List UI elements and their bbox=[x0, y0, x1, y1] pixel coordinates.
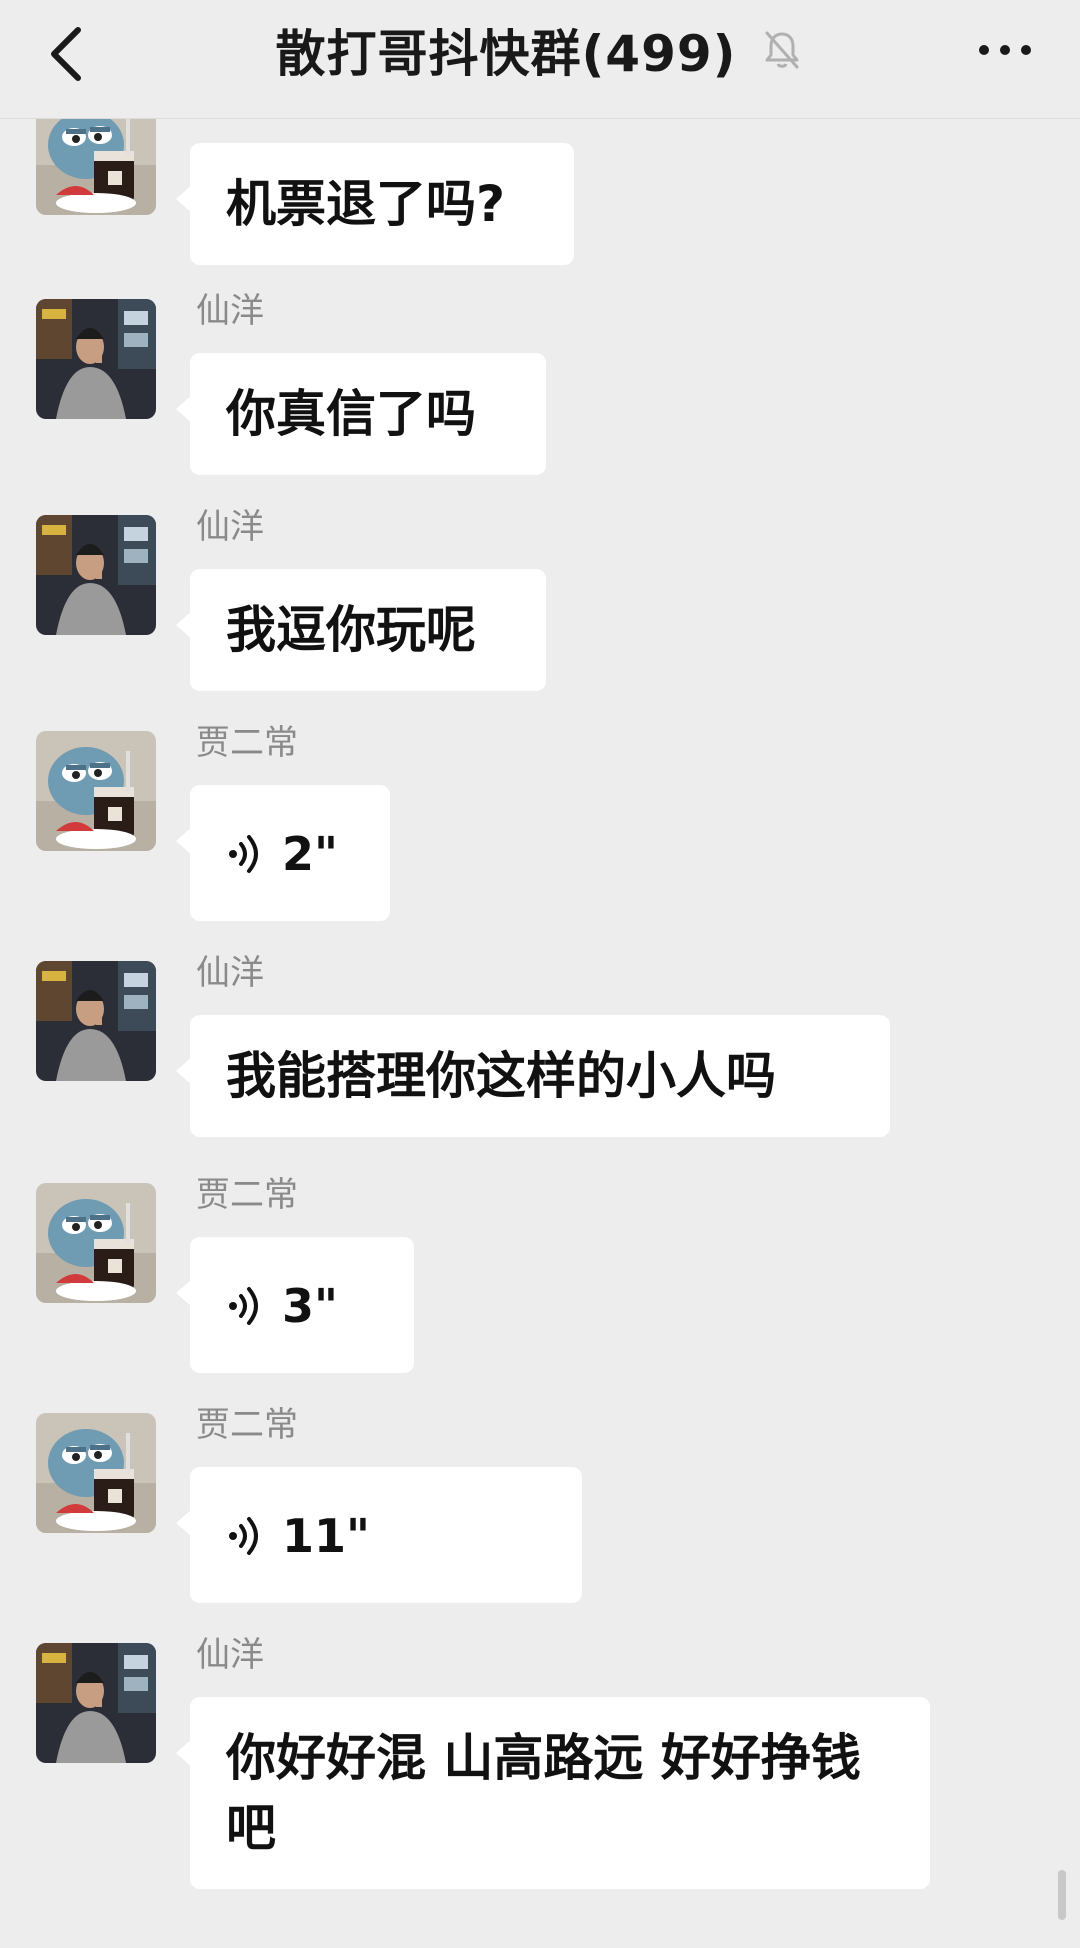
message-row: 贾二常 11" bbox=[0, 1405, 1080, 1609]
voice-duration: 2" bbox=[282, 827, 338, 881]
sender-name: 贾二常 bbox=[196, 1175, 298, 1215]
avatar[interactable] bbox=[36, 515, 156, 635]
voice-wave-icon bbox=[229, 1517, 258, 1555]
sender-name: 仙洋 bbox=[196, 291, 264, 331]
message-text: 我逗你玩呢 bbox=[226, 601, 476, 659]
voice-wave-icon bbox=[229, 1287, 258, 1325]
voice-message-bubble[interactable]: 3" bbox=[176, 1237, 414, 1373]
title-area: 散打哥抖快群(499) bbox=[0, 0, 1080, 100]
message-row: 贾二常机票退了吗? bbox=[0, 119, 1080, 297]
voice-wave-icon bbox=[229, 835, 258, 873]
voice-message-bubble[interactable]: 11" bbox=[176, 1467, 582, 1603]
message-row: 仙洋我逗你玩呢 bbox=[0, 507, 1080, 697]
sender-name: 仙洋 bbox=[196, 953, 264, 993]
more-dots-icon bbox=[979, 45, 1031, 55]
avatar[interactable] bbox=[36, 731, 156, 851]
message-text: 你真信了吗 bbox=[226, 385, 476, 443]
avatar[interactable] bbox=[36, 961, 156, 1081]
message-row: 仙洋你好好混 山高路远 好好挣钱吧 bbox=[0, 1635, 1080, 1895]
avatar[interactable] bbox=[36, 1183, 156, 1303]
message-text: 我能搭理你这样的小人吗 bbox=[226, 1047, 776, 1105]
text-message-bubble[interactable]: 你好好混 山高路远 好好挣钱吧 bbox=[176, 1697, 930, 1889]
chat-header: 散打哥抖快群(499) bbox=[0, 0, 1080, 119]
message-row: 仙洋我能搭理你这样的小人吗 bbox=[0, 953, 1080, 1143]
more-button[interactable] bbox=[970, 22, 1040, 78]
sender-name: 贾二常 bbox=[196, 723, 298, 763]
sender-name: 仙洋 bbox=[196, 1635, 264, 1675]
text-message-bubble[interactable]: 机票退了吗? bbox=[176, 143, 574, 265]
text-message-bubble[interactable]: 我逗你玩呢 bbox=[176, 569, 546, 691]
avatar[interactable] bbox=[36, 1643, 156, 1763]
message-text: 你好好混 山高路远 好好挣钱吧 bbox=[226, 1729, 861, 1857]
scrollbar[interactable] bbox=[1058, 1870, 1066, 1920]
voice-message-bubble[interactable]: 2" bbox=[176, 785, 390, 921]
message-row: 贾二常 2" bbox=[0, 723, 1080, 927]
message-row: 仙洋你真信了吗 bbox=[0, 291, 1080, 481]
chat-title: 散打哥抖快群(499) bbox=[275, 25, 737, 83]
avatar[interactable] bbox=[36, 1413, 156, 1533]
message-row: 贾二常 3" bbox=[0, 1175, 1080, 1379]
voice-duration: 3" bbox=[282, 1279, 338, 1333]
text-message-bubble[interactable]: 你真信了吗 bbox=[176, 353, 546, 475]
voice-duration: 11" bbox=[282, 1509, 370, 1563]
text-message-bubble[interactable]: 我能搭理你这样的小人吗 bbox=[176, 1015, 890, 1137]
message-text: 机票退了吗? bbox=[226, 175, 506, 233]
sender-name: 贾二常 bbox=[196, 1405, 298, 1445]
bell-off-icon bbox=[765, 31, 799, 69]
sender-name: 贾二常 bbox=[196, 119, 298, 123]
avatar[interactable] bbox=[36, 119, 156, 215]
avatar[interactable] bbox=[36, 299, 156, 419]
message-list[interactable]: 贾二常机票退了吗? 仙洋你真信了吗 仙洋我逗你玩呢 bbox=[0, 119, 1080, 1948]
sender-name: 仙洋 bbox=[196, 507, 264, 547]
